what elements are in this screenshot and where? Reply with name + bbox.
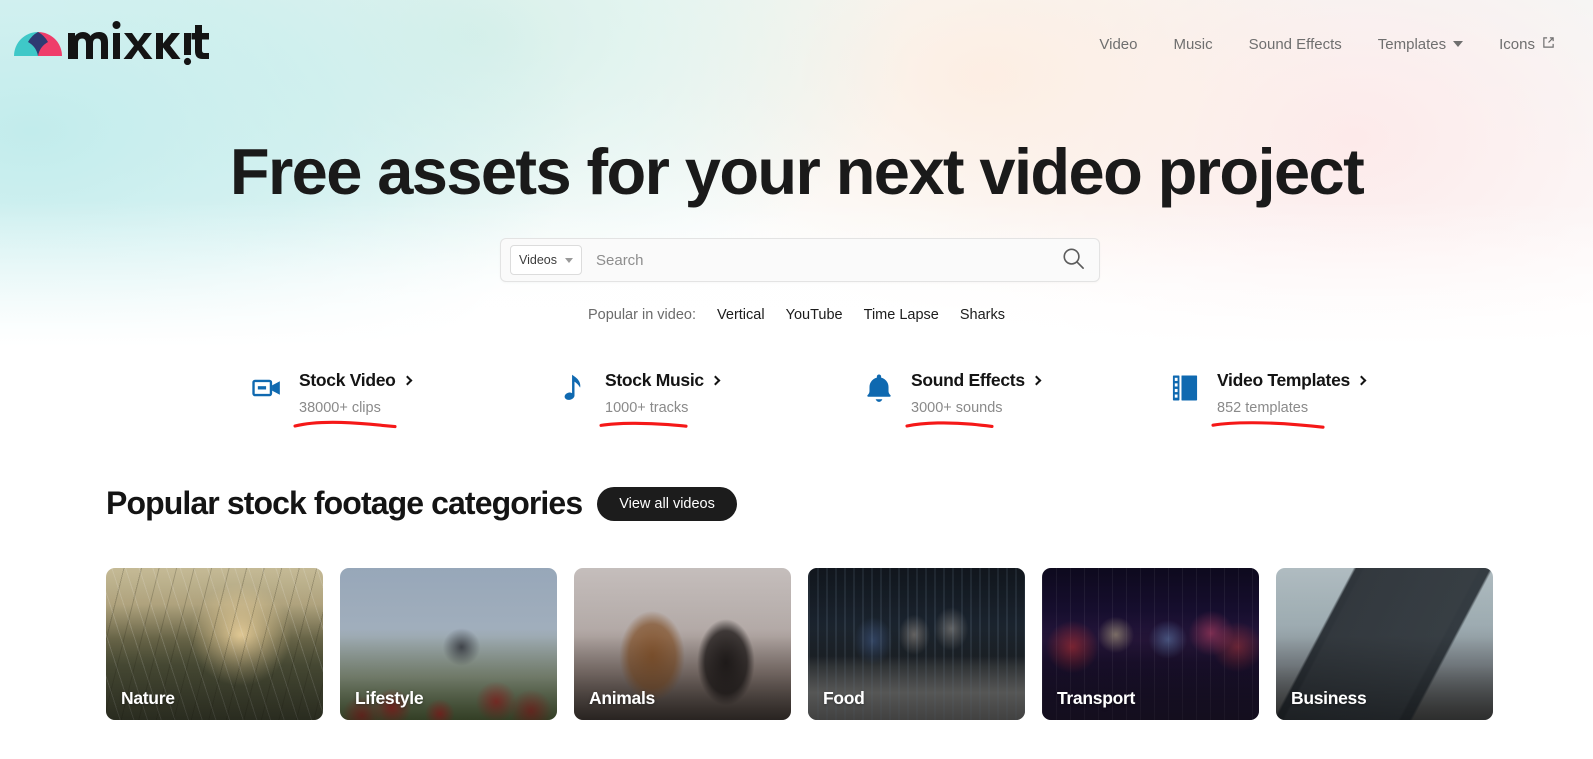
view-all-videos-button[interactable]: View all videos xyxy=(597,486,737,521)
quicklink-text: Video Templates 852 templates xyxy=(1211,368,1367,429)
chevron-right-icon xyxy=(710,375,721,385)
popular-tag-vertical[interactable]: Vertical xyxy=(717,307,765,323)
quicklink-title-row: Sound Effects xyxy=(911,370,1042,391)
nav-item-icons[interactable]: Icons xyxy=(1481,28,1573,61)
card-label: Animals xyxy=(589,688,655,708)
quicklink-video-templates[interactable]: Video Templates 852 templates xyxy=(1168,368,1474,429)
category-card-animals[interactable]: Animals xyxy=(574,568,791,720)
card-label: Nature xyxy=(121,688,175,708)
quicklink-title: Video Templates xyxy=(1217,370,1350,390)
red-underline-annotation xyxy=(598,417,693,436)
search-scope-dropdown[interactable]: Videos xyxy=(510,245,582,275)
nav-item-sound-effects[interactable]: Sound Effects xyxy=(1231,28,1360,61)
quicklink-count: 1000+ tracks xyxy=(605,400,689,416)
card-label: Business xyxy=(1291,688,1367,708)
nav-label: Icons xyxy=(1499,35,1535,53)
quicklink-title-row: Stock Music xyxy=(605,370,721,391)
external-link-icon xyxy=(1542,36,1555,53)
chevron-down-icon xyxy=(1453,41,1464,47)
search-icon xyxy=(1061,246,1086,274)
card-label: Transport xyxy=(1057,688,1136,708)
quicklink-title-row: Stock Video xyxy=(299,370,413,391)
quicklink-stock-video[interactable]: Stock Video 38000+ clips xyxy=(250,368,556,429)
section-title: Popular stock footage categories xyxy=(106,485,583,521)
popular-searches: Popular in video: Vertical YouTube Time … xyxy=(0,307,1593,323)
popular-tag-sharks[interactable]: Sharks xyxy=(960,307,1005,323)
quicklink-count: 852 templates xyxy=(1217,400,1309,416)
card-label: Food xyxy=(823,688,865,708)
nav-item-music[interactable]: Music xyxy=(1155,28,1230,61)
popular-searches-label: Popular in video: xyxy=(587,307,696,323)
nav-label: Music xyxy=(1173,35,1213,53)
search-submit-button[interactable] xyxy=(1047,239,1099,281)
search-input[interactable] xyxy=(582,251,1047,269)
chevron-right-icon xyxy=(1356,375,1367,385)
quicklink-title-row: Video Templates xyxy=(1217,370,1367,391)
music-note-icon xyxy=(556,368,590,408)
red-underline-annotation xyxy=(1210,417,1330,436)
chevron-right-icon xyxy=(402,375,413,385)
nav-label: Video xyxy=(1099,35,1138,53)
asset-category-links: Stock Video 38000+ clips Stock Music 100… xyxy=(0,368,1593,429)
category-card-lifestyle[interactable]: Lifestyle xyxy=(340,568,557,720)
nav-label: Templates xyxy=(1377,35,1447,53)
search-scope-value: Videos xyxy=(519,253,557,267)
quicklink-text: Stock Video 38000+ clips xyxy=(293,368,413,429)
quicklink-text: Stock Music 1000+ tracks xyxy=(599,368,721,428)
video-camera-icon xyxy=(250,368,284,408)
category-card-business[interactable]: Business xyxy=(1276,568,1493,720)
hero-title: Free assets for your next video project xyxy=(229,135,1365,208)
quicklink-title: Stock Music xyxy=(605,370,704,390)
red-underline-annotation xyxy=(292,417,402,436)
popular-tag-time-lapse[interactable]: Time Lapse xyxy=(864,307,939,323)
quicklink-title: Sound Effects xyxy=(911,370,1025,390)
quicklink-sound-effects[interactable]: Sound Effects 3000+ sounds xyxy=(862,368,1168,428)
quicklink-text: Sound Effects 3000+ sounds xyxy=(905,368,1042,428)
quicklink-count: 3000+ sounds xyxy=(911,400,1003,416)
card-label: Lifestyle xyxy=(355,688,424,708)
category-card-transport[interactable]: Transport xyxy=(1042,568,1259,720)
chevron-down-icon xyxy=(565,257,573,263)
popular-tag-youtube[interactable]: YouTube xyxy=(786,307,843,323)
quicklink-count: 38000+ clips xyxy=(299,400,381,416)
brand-logo[interactable] xyxy=(12,19,212,70)
film-strip-icon xyxy=(1168,368,1202,408)
mixkit-logo-mark xyxy=(12,22,64,67)
category-card-food[interactable]: Food xyxy=(808,568,1025,720)
chevron-right-icon xyxy=(1031,375,1042,385)
nav-item-templates[interactable]: Templates xyxy=(1360,28,1481,61)
nav-item-video[interactable]: Video xyxy=(1081,28,1155,61)
section-header: Popular stock footage categories View al… xyxy=(106,485,737,522)
site-header: Video Music Sound Effects Templates Icon… xyxy=(0,0,1593,88)
bell-icon xyxy=(862,368,896,408)
red-underline-annotation xyxy=(904,417,999,436)
quicklink-title: Stock Video xyxy=(299,370,396,390)
main-navigation: Video Music Sound Effects Templates Icon… xyxy=(1081,28,1593,61)
search-bar: Videos xyxy=(500,238,1100,282)
mixkit-wordmark xyxy=(66,19,212,70)
category-card-nature[interactable]: Nature xyxy=(106,568,323,720)
nav-label: Sound Effects xyxy=(1248,35,1342,53)
quicklink-stock-music[interactable]: Stock Music 1000+ tracks xyxy=(556,368,862,428)
category-card-grid: Nature Lifestyle Animals Food Transport … xyxy=(106,568,1493,720)
